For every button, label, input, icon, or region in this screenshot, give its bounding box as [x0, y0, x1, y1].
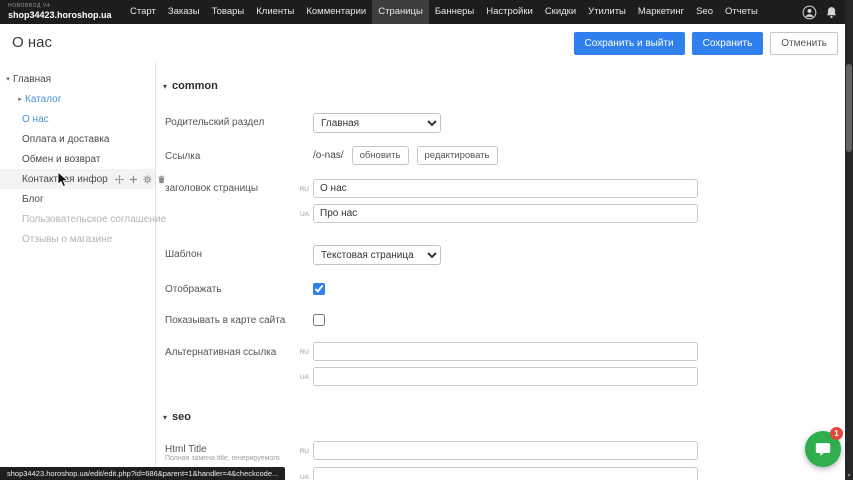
lang-tag-ua: UA [293, 374, 309, 381]
pages-tree-sidebar: ▾ Главная ▸ Каталог О нас Оплата и доста… [0, 62, 156, 480]
link-value: /o-nas/ [313, 150, 344, 161]
sidebar-item-label: Каталог [25, 94, 61, 105]
menu-item-marketing[interactable]: Маркетинг [632, 0, 690, 24]
alt-link-label: Альтернативная ссылка [165, 347, 307, 359]
lang-tag-ru: RU [293, 448, 309, 455]
section-common-header[interactable]: ▾ common [163, 80, 218, 92]
template-select[interactable]: Текстовая страница [313, 245, 441, 265]
tree-item-actions [115, 175, 166, 184]
menu-item-orders[interactable]: Заказы [162, 0, 206, 24]
trash-icon[interactable] [157, 175, 166, 184]
html-title-hint: Полная замена title, генерируемого [165, 455, 313, 464]
chevron-down-icon[interactable]: ▾ [3, 75, 13, 83]
link-row: /o-nas/ обновить редактировать [313, 146, 498, 165]
alt-link-ua-input[interactable] [313, 367, 698, 386]
alt-link-ru-input[interactable] [313, 342, 698, 361]
menu-item-reports[interactable]: Отчеты [719, 0, 764, 24]
section-seo-header[interactable]: ▾ seo [163, 411, 191, 423]
chat-widget-button[interactable]: 1 [805, 431, 841, 467]
section-title: common [172, 80, 218, 92]
page-header: О нас Сохранить и выйти Сохранить Отмени… [0, 24, 845, 62]
top-menu: Старт Заказы Товары Клиенты Комментарии … [124, 0, 764, 24]
page-title: О нас [12, 34, 52, 51]
add-icon[interactable] [129, 175, 138, 184]
menu-item-banners[interactable]: Баннеры [429, 0, 480, 24]
menu-item-discounts[interactable]: Скидки [539, 0, 582, 24]
sidebar-item-catalog[interactable]: ▸ Каталог [0, 89, 155, 109]
sidebar-item-about[interactable]: О нас [0, 109, 155, 129]
horoshop-admin-window: НОВОВВОД V4 shop34423.horoshop.ua Старт … [0, 0, 853, 480]
display-checkbox[interactable] [313, 283, 325, 295]
sidebar-item-label: Обмен и возврат [22, 154, 100, 165]
section-title: seo [172, 411, 191, 423]
cancel-button[interactable]: Отменить [770, 32, 838, 55]
sidebar-item-store-reviews[interactable]: Отзывы о магазине [0, 229, 155, 249]
html-title-ua-input[interactable] [313, 467, 698, 480]
sidebar-item-label: Оплата и доставка [22, 134, 109, 145]
chat-unread-badge: 1 [830, 427, 843, 440]
sidebar-item-label: Главная [13, 74, 51, 85]
page-edit-form: ▾ common Родительский раздел Главная Ссы… [157, 62, 845, 480]
page-scrollbar[interactable]: ▾ [845, 0, 853, 480]
menu-item-pages[interactable]: Страницы [372, 0, 429, 24]
gear-icon[interactable] [143, 175, 152, 184]
topbar: НОВОВВОД V4 shop34423.horoshop.ua Старт … [0, 0, 853, 24]
sidebar-item-exchange-return[interactable]: Обмен и возврат [0, 149, 155, 169]
notifications-bell-icon[interactable] [824, 5, 839, 20]
sidebar-item-blog[interactable]: Блог [0, 189, 155, 209]
brand-version-label: НОВОВВОД V4 [8, 4, 120, 9]
parent-section-select[interactable]: Главная [313, 113, 441, 133]
sidebar-item-user-agreement[interactable]: Пользовательское соглашение [0, 209, 155, 229]
lang-tag-ua: UA [293, 211, 309, 218]
browser-status-url: shop34423.horoshop.ua/edit/edit.php?id=6… [0, 467, 285, 480]
move-icon[interactable] [115, 175, 124, 184]
save-and-exit-button[interactable]: Сохранить и выйти [574, 32, 685, 55]
sidebar-item-label: О нас [22, 114, 49, 125]
chevron-down-icon: ▾ [163, 413, 167, 422]
page-title-label: заголовок страницы [165, 183, 307, 195]
chevron-right-icon[interactable]: ▸ [15, 95, 25, 103]
sidebar-item-label: Блог [22, 194, 44, 205]
lang-tag-ru: RU [293, 186, 309, 193]
template-label: Шаблон [165, 249, 307, 261]
menu-item-products[interactable]: Товары [206, 0, 251, 24]
display-label: Отображать [165, 284, 307, 296]
link-refresh-button[interactable]: обновить [352, 146, 409, 165]
sidebar-item-label: Отзывы о магазине [22, 234, 112, 245]
save-button[interactable]: Сохранить [692, 32, 764, 55]
lang-tag-ua: UA [293, 474, 309, 480]
menu-item-start[interactable]: Старт [124, 0, 162, 24]
menu-item-comments[interactable]: Комментарии [300, 0, 372, 24]
header-actions: Сохранить и выйти Сохранить Отменить [574, 32, 839, 55]
menu-item-seo[interactable]: Seo [690, 0, 719, 24]
menu-item-settings[interactable]: Настройки [480, 0, 539, 24]
parent-section-label: Родительский раздел [165, 117, 307, 129]
page-title-ru-input[interactable] [313, 179, 698, 198]
user-account-icon[interactable] [802, 5, 817, 20]
sidebar-item-home[interactable]: ▾ Главная [0, 69, 155, 89]
sidebar-item-label: Пользовательское соглашение [22, 214, 166, 225]
topbar-icons [802, 5, 839, 20]
chat-bubble-icon [814, 440, 832, 458]
page-title-ua-input[interactable] [313, 204, 698, 223]
link-edit-button[interactable]: редактировать [417, 146, 498, 165]
lang-tag-ru: RU [293, 349, 309, 356]
scrollbar-down-arrow[interactable]: ▾ [845, 472, 853, 479]
brand-domain: shop34423.horoshop.ua [8, 11, 120, 20]
sidebar-item-contact-info[interactable]: Контактная инфор [0, 169, 155, 189]
brand-logo[interactable]: НОВОВВОД V4 shop34423.horoshop.ua [8, 4, 120, 20]
sidebar-item-payment-delivery[interactable]: Оплата и доставка [0, 129, 155, 149]
sitemap-checkbox[interactable] [313, 314, 325, 326]
chevron-down-icon: ▾ [163, 82, 167, 91]
html-title-ru-input[interactable] [313, 441, 698, 460]
sidebar-item-label: Контактная инфор [22, 174, 108, 185]
link-label: Ссылка [165, 151, 307, 163]
menu-item-utilities[interactable]: Утилиты [582, 0, 632, 24]
menu-item-clients[interactable]: Клиенты [250, 0, 300, 24]
sitemap-label: Показывать в карте сайта [165, 315, 307, 327]
scrollbar-thumb[interactable] [846, 64, 852, 152]
